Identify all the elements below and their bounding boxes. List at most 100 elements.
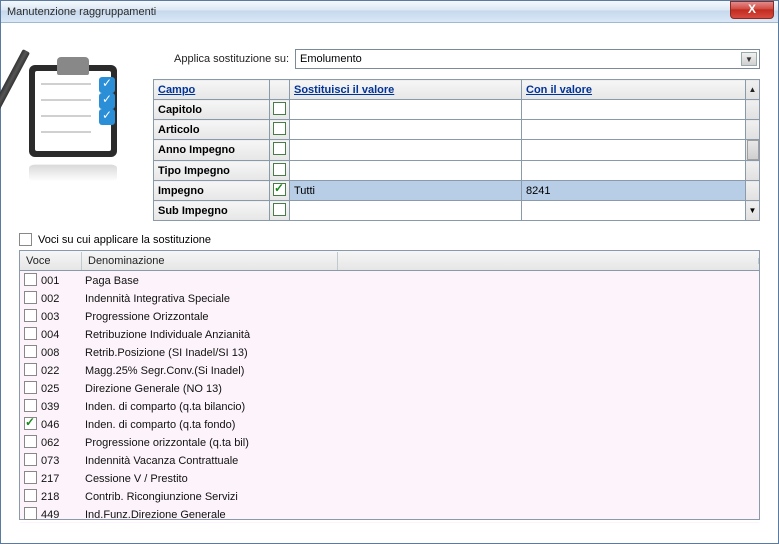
campo-cell: Sub Impegno (154, 201, 270, 221)
list-item[interactable]: 025Direzione Generale (NO 13) (20, 379, 759, 397)
row-enable-checkbox[interactable] (270, 181, 290, 201)
voce-code: 449 (41, 507, 85, 521)
voce-denominazione: Paga Base (85, 273, 759, 287)
close-button[interactable]: X (730, 1, 774, 19)
row-checkbox[interactable] (24, 381, 37, 394)
voce-denominazione: Retrib.Posizione (SI Inadel/SI 13) (85, 345, 759, 359)
voce-code: 062 (41, 435, 85, 449)
row-checkbox[interactable] (24, 273, 37, 286)
window: Manutenzione raggruppamenti X (0, 0, 779, 544)
col-campo[interactable]: Campo (154, 80, 270, 100)
row-enable-checkbox[interactable] (270, 140, 290, 161)
scrollbar-track[interactable] (746, 161, 760, 181)
substitution-row: Tipo Impegno (154, 161, 760, 181)
scrollbar-track[interactable] (746, 100, 760, 120)
row-checkbox[interactable] (24, 345, 37, 358)
sostituisci-cell[interactable] (290, 140, 522, 161)
checkbox-icon (273, 122, 286, 135)
checkbox-icon (273, 183, 286, 196)
col-sostituisci[interactable]: Sostituisci il valore (290, 80, 522, 100)
row-checkbox[interactable] (24, 399, 37, 412)
sostituisci-cell[interactable]: Tutti (290, 181, 522, 201)
list-item[interactable]: 022Magg.25% Segr.Conv.(Si Inadel) (20, 361, 759, 379)
row-enable-checkbox[interactable] (270, 100, 290, 120)
apply-dropdown[interactable]: Emolumento ▼ (295, 49, 760, 69)
list-item[interactable]: 008Retrib.Posizione (SI Inadel/SI 13) (20, 343, 759, 361)
substitution-table: Campo Sostituisci il valore Con il valor… (153, 79, 760, 221)
checkbox-icon (273, 102, 286, 115)
voce-code: 022 (41, 363, 85, 377)
list-item[interactable]: 449Ind.Funz.Direzione Generale (20, 505, 759, 523)
row-checkbox[interactable] (24, 435, 37, 448)
voce-denominazione: Progressione orizzontale (q.ta bil) (85, 435, 759, 449)
list-item[interactable]: 002Indennità Integrativa Speciale (20, 289, 759, 307)
voce-denominazione: Indennità Integrativa Speciale (85, 291, 759, 305)
voce-denominazione: Direzione Generale (NO 13) (85, 381, 759, 395)
voce-denominazione: Contrib. Ricongiunzione Servizi (85, 489, 759, 503)
list-item[interactable]: 073Indennità Vacanza Contrattuale (20, 451, 759, 469)
chevron-down-icon: ▼ (741, 52, 757, 66)
campo-cell: Impegno (154, 181, 270, 201)
voce-denominazione: Inden. di comparto (q.ta bilancio) (85, 399, 759, 413)
row-checkbox[interactable] (24, 363, 37, 376)
apply-dropdown-value: Emolumento (300, 53, 362, 65)
col-voce[interactable]: Voce (20, 252, 82, 270)
voce-code: 003 (41, 309, 85, 323)
voce-code: 218 (41, 489, 85, 503)
conil-cell[interactable] (522, 120, 746, 140)
row-checkbox[interactable] (24, 309, 37, 322)
voce-code: 025 (41, 381, 85, 395)
list-item[interactable]: 001Paga Base (20, 271, 759, 289)
close-icon: X (748, 2, 756, 16)
campo-cell: Capitolo (154, 100, 270, 120)
voce-code: 001 (41, 273, 85, 287)
col-check (270, 80, 290, 100)
row-enable-checkbox[interactable] (270, 201, 290, 221)
row-checkbox[interactable] (24, 417, 37, 430)
conil-cell[interactable] (522, 161, 746, 181)
sostituisci-cell[interactable] (290, 201, 522, 221)
scrollbar-track[interactable] (746, 120, 760, 140)
voce-denominazione: Progressione Orizzontale (85, 309, 759, 323)
scroll-down[interactable]: ▼ (746, 201, 760, 221)
col-conil[interactable]: Con il valore (522, 80, 746, 100)
row-enable-checkbox[interactable] (270, 161, 290, 181)
top-row: Applica sostituzione su: Emolumento ▼ Ca… (19, 41, 760, 221)
scrollbar-track[interactable] (746, 181, 760, 201)
row-checkbox[interactable] (24, 453, 37, 466)
sostituisci-cell[interactable] (290, 100, 522, 120)
row-checkbox[interactable] (24, 507, 37, 520)
voce-code: 002 (41, 291, 85, 305)
apply-label: Applica sostituzione su: (153, 53, 295, 65)
conil-cell[interactable] (522, 100, 746, 120)
voci-grid-header: Voce Denominazione (20, 251, 759, 271)
conil-cell[interactable] (522, 201, 746, 221)
scroll-up[interactable]: ▲ (746, 80, 760, 100)
checkbox-icon (273, 163, 286, 176)
row-enable-checkbox[interactable] (270, 120, 290, 140)
sostituisci-cell[interactable] (290, 161, 522, 181)
sostituisci-cell[interactable] (290, 120, 522, 140)
voci-grid-body: 001Paga Base002Indennità Integrativa Spe… (20, 271, 759, 519)
voci-select-all-checkbox[interactable] (19, 233, 32, 246)
list-item[interactable]: 039Inden. di comparto (q.ta bilancio) (20, 397, 759, 415)
list-item[interactable]: 046Inden. di comparto (q.ta fondo) (20, 415, 759, 433)
row-checkbox[interactable] (24, 489, 37, 502)
row-checkbox[interactable] (24, 471, 37, 484)
list-item[interactable]: 062Progressione orizzontale (q.ta bil) (20, 433, 759, 451)
scrollbar-track[interactable] (746, 140, 760, 161)
row-checkbox[interactable] (24, 291, 37, 304)
list-item[interactable]: 003Progressione Orizzontale (20, 307, 759, 325)
substitution-row: Capitolo (154, 100, 760, 120)
list-item[interactable]: 218Contrib. Ricongiunzione Servizi (20, 487, 759, 505)
scrollbar-thumb[interactable] (747, 140, 759, 160)
list-item[interactable]: 217Cessione V / Prestito (20, 469, 759, 487)
conil-cell[interactable] (522, 140, 746, 161)
row-checkbox[interactable] (24, 327, 37, 340)
voce-code: 008 (41, 345, 85, 359)
conil-cell[interactable]: 8241 (522, 181, 746, 201)
campo-cell: Anno Impegno (154, 140, 270, 161)
voce-denominazione: Indennità Vacanza Contrattuale (85, 453, 759, 467)
list-item[interactable]: 004Retribuzione Individuale Anzianità (20, 325, 759, 343)
col-denominazione[interactable]: Denominazione (82, 252, 338, 270)
